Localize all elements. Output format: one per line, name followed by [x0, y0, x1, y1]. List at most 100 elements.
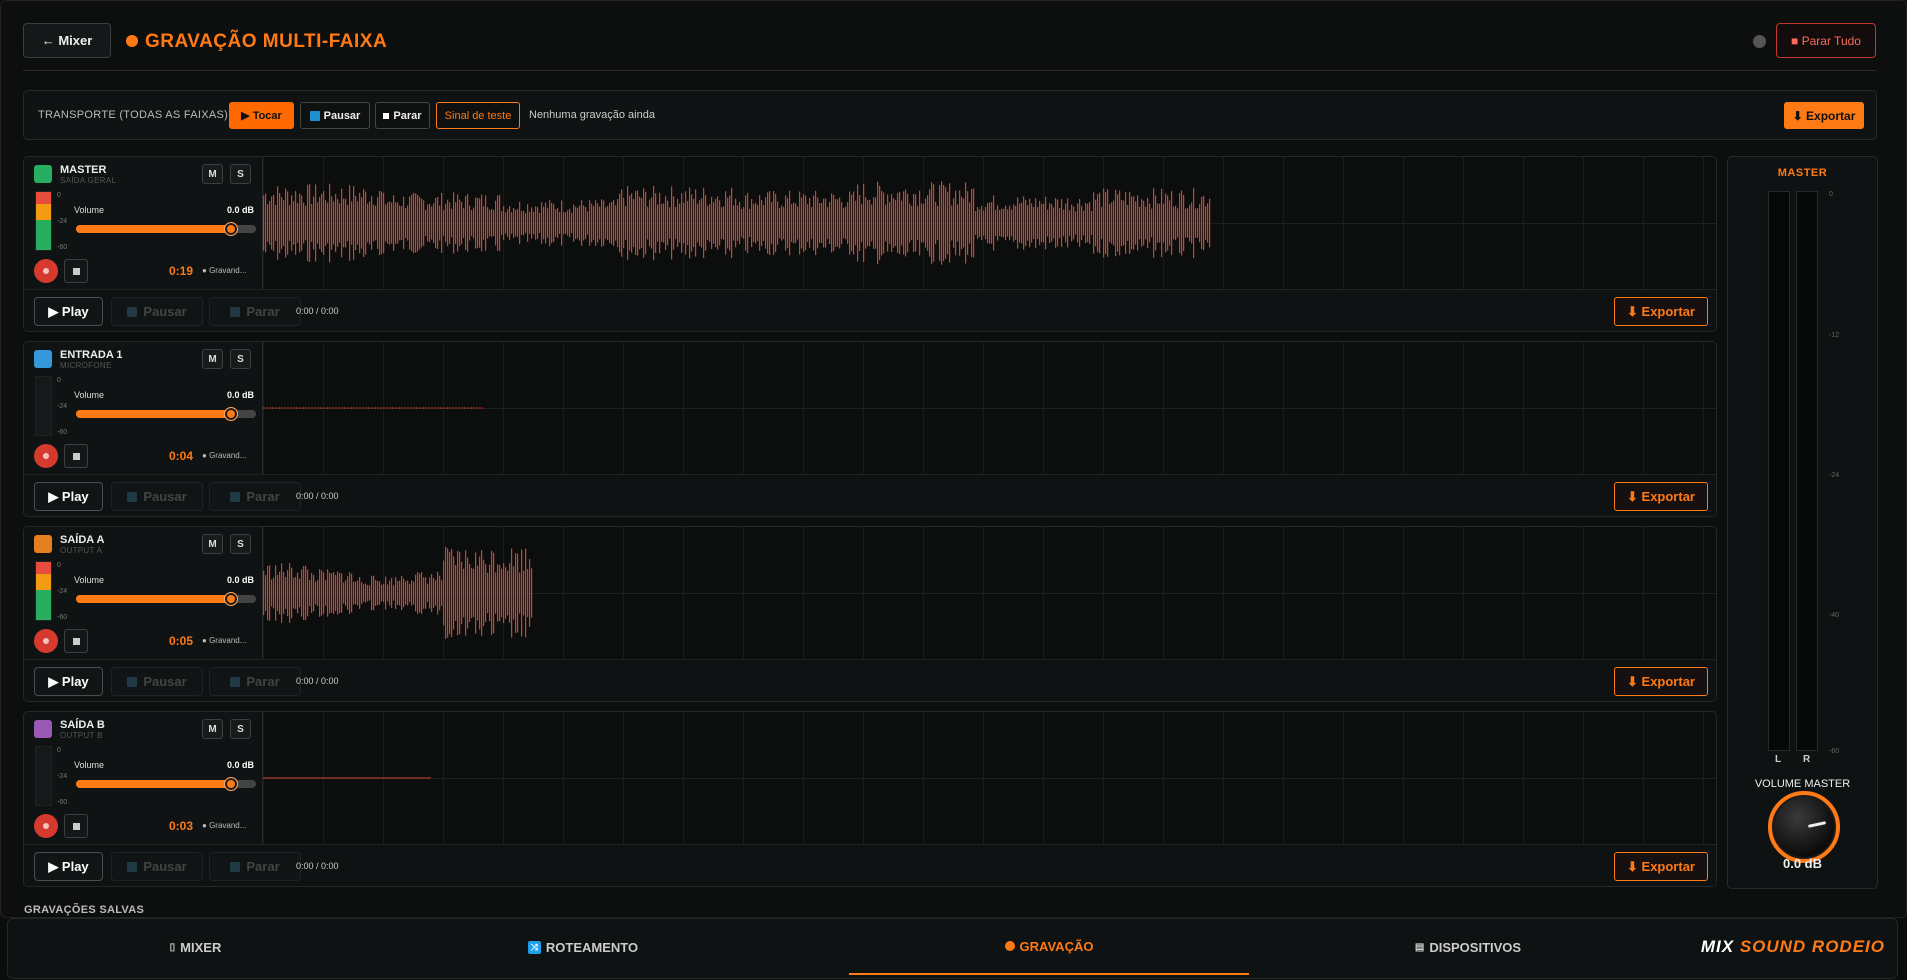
solo-button[interactable]: S [230, 349, 251, 369]
track-stop-button[interactable] [64, 259, 88, 283]
track-color-swatch[interactable] [34, 350, 52, 368]
nav-mixer[interactable]: ▯ MIXER [8, 919, 383, 975]
record-button[interactable] [34, 259, 58, 283]
waveform-bar [289, 563, 291, 623]
export-all-button[interactable]: ⬇ Exportar [1784, 102, 1864, 129]
meter-tick: -60 [57, 244, 68, 251]
playback-time: 0:00 / 0:00 [296, 676, 339, 686]
waveform-bar [615, 205, 617, 241]
test-signal-button[interactable]: Sinal de teste [436, 102, 520, 129]
track-export-button[interactable]: ⬇ Exportar [1614, 667, 1708, 696]
meter-tick: -24 [57, 218, 68, 225]
solo-button[interactable]: S [230, 534, 251, 554]
nav-routing[interactable]: ⤨ ROTEAMENTO [383, 919, 783, 975]
track-pause-button[interactable]: Pausar [111, 297, 203, 326]
transport-stop-button[interactable]: Parar [375, 102, 430, 129]
waveform-bar [1139, 206, 1141, 240]
transport-play-button[interactable]: ▶ Tocar [229, 102, 294, 129]
transport-pause-button[interactable]: Pausar [300, 102, 370, 129]
record-button[interactable] [34, 629, 58, 653]
waveform-bar [767, 192, 769, 254]
waveform-bar [929, 189, 931, 257]
record-button[interactable] [34, 444, 58, 468]
waveform-bar [601, 199, 603, 247]
mute-button[interactable]: M [202, 164, 223, 184]
volume-slider[interactable] [76, 592, 256, 606]
waveform-bar [913, 193, 915, 253]
waveform-bar [285, 577, 287, 609]
waveform-bar [731, 187, 733, 259]
track-stop-button[interactable] [64, 629, 88, 653]
master-volume-label: VOLUME MASTER [1754, 778, 1851, 790]
track-play-button[interactable]: ▶ Play [34, 852, 103, 881]
track-export-button[interactable]: ⬇ Exportar [1614, 852, 1708, 881]
waveform-bar [1171, 191, 1173, 255]
track-playback-stop-button[interactable]: Parar [209, 667, 301, 696]
solo-button[interactable]: S [230, 719, 251, 739]
track-export-button[interactable]: ⬇ Exportar [1614, 482, 1708, 511]
waveform-bar [319, 569, 321, 617]
track-play-button[interactable]: ▶ Play [34, 667, 103, 696]
waveform-bar [1057, 199, 1059, 247]
waveform-bar [279, 193, 281, 253]
track-color-swatch[interactable] [34, 720, 52, 738]
waveform-bar [1051, 204, 1053, 242]
track-color-swatch[interactable] [34, 535, 52, 553]
waveform-bar [1017, 197, 1019, 249]
track-play-button[interactable]: ▶ Play [34, 297, 103, 326]
waveform-bar [493, 552, 495, 634]
nav-recording[interactable]: GRAVAÇÃO [849, 919, 1249, 975]
waveform-bar [447, 548, 449, 638]
volume-slider[interactable] [76, 777, 256, 791]
waveform-bar [839, 197, 841, 249]
meter-tick: -24 [57, 403, 68, 410]
waveform-bar [269, 201, 271, 245]
waveform-bar [499, 195, 501, 251]
waveform-bar [359, 577, 361, 609]
stop-all-button[interactable]: ■ Parar Tudo [1776, 23, 1876, 58]
track-source: OUTPUT A [60, 546, 103, 555]
track-pause-button[interactable]: Pausar [111, 667, 203, 696]
track-stop-button[interactable] [64, 444, 88, 468]
waveform-bar [1037, 206, 1039, 240]
record-button[interactable] [34, 814, 58, 838]
track-export-button[interactable]: ⬇ Exportar [1614, 297, 1708, 326]
mute-button[interactable]: M [202, 534, 223, 554]
waveform-bar [1009, 205, 1011, 241]
waveform-bar [857, 184, 859, 262]
nav-devices[interactable]: ▤ DISPOSITIVOS [1268, 919, 1668, 975]
stop-icon [383, 112, 390, 119]
track-playback-stop-button[interactable]: Parar [209, 482, 301, 511]
master-volume-knob[interactable] [1768, 791, 1840, 863]
master-meter-right [1796, 191, 1818, 751]
volume-slider[interactable] [76, 407, 256, 421]
waveform-bar [569, 208, 571, 238]
mute-button[interactable]: M [202, 719, 223, 739]
waveform-view[interactable] [263, 342, 1716, 474]
volume-slider-handle[interactable] [223, 222, 238, 236]
volume-slider[interactable] [76, 222, 256, 236]
waveform-bar [501, 211, 503, 235]
waveform-bar [1099, 192, 1101, 254]
volume-slider-handle[interactable] [223, 777, 238, 791]
track-playback-stop-button[interactable]: Parar [209, 297, 301, 326]
track-pause-button[interactable]: Pausar [111, 852, 203, 881]
waveform-bar [875, 197, 877, 249]
back-to-mixer-button[interactable]: ← Mixer [23, 23, 111, 58]
track-playback-stop-button[interactable]: Parar [209, 852, 301, 881]
waveform-view[interactable] [263, 527, 1716, 659]
solo-button[interactable]: S [230, 164, 251, 184]
volume-slider-handle[interactable] [223, 407, 238, 421]
track-stop-button[interactable] [64, 814, 88, 838]
waveform-view[interactable] [263, 712, 1716, 844]
waveform-bar [903, 191, 905, 255]
track-color-swatch[interactable] [34, 165, 52, 183]
track-play-button[interactable]: ▶ Play [34, 482, 103, 511]
mute-button[interactable]: M [202, 349, 223, 369]
waveform-bar [617, 198, 619, 248]
waveform-view[interactable] [263, 157, 1716, 289]
track-source: MICROFONE [60, 361, 112, 370]
volume-slider-handle[interactable] [223, 592, 238, 606]
track-pause-button[interactable]: Pausar [111, 482, 203, 511]
waveform-bar [435, 197, 437, 249]
